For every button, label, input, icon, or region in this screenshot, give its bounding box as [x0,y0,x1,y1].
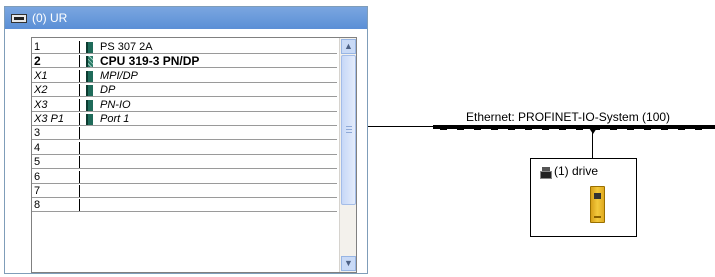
slot-number: 6 [34,170,41,183]
slot-number: 7 [34,185,41,197]
module-icon [86,42,93,53]
table-row[interactable]: X3 P1 Port 1 [32,113,337,126]
table-row[interactable]: X2 DP [32,84,337,98]
scroll-down-button[interactable]: ▼ [341,256,356,271]
rack-slot-table[interactable]: 1 PS 307 2A 2 CPU 319-3 PN/DP X1 MPI/DP X2 DP X3… [31,37,357,273]
bus-dash [542,129,549,130]
slot-number: 4 [34,141,41,154]
vertical-scrollbar[interactable]: ▲ ▼ [339,38,356,272]
table-row[interactable]: X1 MPI/DP [32,69,337,83]
slot-number: 5 [34,156,41,169]
table-row[interactable]: 4 [32,141,337,155]
bus-dash [525,129,532,130]
bus-dash [661,129,668,130]
column-separator [79,69,80,82]
bus-dash [576,129,583,130]
rack-title: (0) UR [32,11,68,25]
column-separator [79,127,80,140]
slot-number: X3 [34,98,48,111]
slot-number: X2 [34,84,48,97]
table-row[interactable]: 3 [32,127,337,141]
table-row[interactable]: 5 [32,156,337,170]
column-separator [79,185,80,197]
thumb-grip [346,129,352,130]
device-connection-line [592,131,593,158]
column-separator [79,199,80,212]
table-row[interactable]: 1 PS 307 2A [32,41,337,54]
bus-dash [491,129,498,130]
bus-dash [508,129,515,130]
column-separator [79,141,80,154]
bus-dash [440,129,447,130]
table-row[interactable]: 7 [32,185,337,198]
module-name: Port 1 [100,113,130,125]
column-separator [79,98,80,111]
module-icon [86,85,93,97]
column-separator [79,170,80,183]
scroll-thumb[interactable] [341,55,356,205]
bus-dash [627,129,634,130]
bus-dash [644,129,651,130]
slot-number: 8 [34,199,41,212]
thumb-grip [346,126,352,127]
bus-dash [695,129,702,130]
rack-title-bar[interactable]: (0) UR [5,7,367,29]
bus-dash [559,129,566,130]
module-name: PS 307 2A [100,41,153,53]
table-row[interactable]: 6 [32,170,337,184]
column-separator [79,55,80,68]
rack-icon [11,14,27,23]
io-device-icon [540,167,552,179]
table-row[interactable]: 2 CPU 319-3 PN/DP [32,54,337,69]
bus-tap-arrow [589,128,597,134]
io-device-box[interactable]: (1) drive [530,158,637,237]
thumb-grip [346,132,352,133]
rack-window[interactable]: (0) UR 1 PS 307 2A 2 CPU 319-3 PN/DP X1 MPI/D… [4,6,368,274]
slot-number: 2 [34,55,41,69]
bus-dash [610,129,617,130]
slot-number: X1 [34,69,48,82]
bus-dash [457,129,464,130]
table-row[interactable]: 8 [32,199,337,213]
module-name: MPI/DP [100,69,138,82]
module-icon [86,99,93,111]
slot-number: 3 [34,127,41,140]
cpu-module-icon [86,56,93,68]
table-row[interactable]: X3 PN-IO [32,98,337,112]
module-icon [86,114,93,125]
ethernet-network-label[interactable]: Ethernet: PROFINET-IO-System (100) [466,110,670,124]
bus-dash [678,129,685,130]
column-separator [79,84,80,97]
module-icon [86,70,93,82]
bus-dash [474,129,481,130]
module-name: PN-IO [100,98,131,111]
drive-image [590,186,605,223]
slot-number: 1 [34,41,41,53]
device-label: (1) drive [554,164,599,178]
scroll-up-button[interactable]: ▲ [341,39,356,54]
column-separator [79,156,80,169]
column-separator [79,41,80,53]
module-name: CPU 319-3 PN/DP [100,54,200,69]
slot-number: X3 P1 [34,113,64,125]
column-separator [79,113,80,125]
module-name: DP [100,84,116,97]
